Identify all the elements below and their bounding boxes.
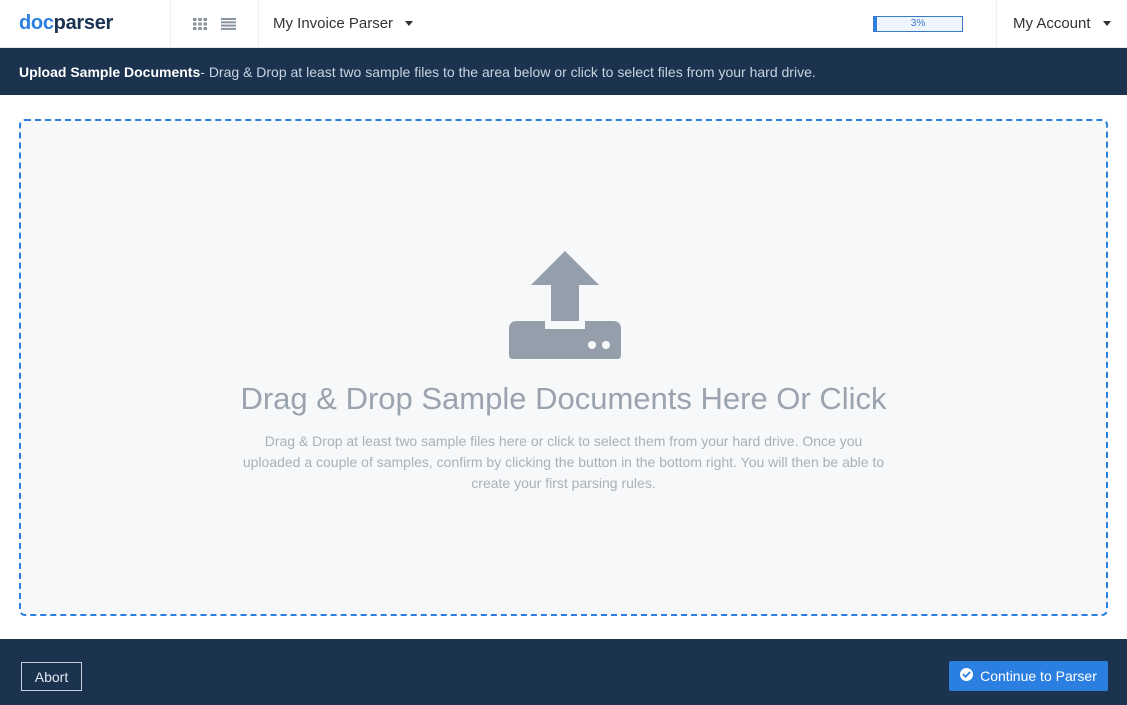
continue-label: Continue to Parser xyxy=(980,668,1097,684)
grid-view-icon[interactable] xyxy=(193,17,207,30)
logo-part-parser: parser xyxy=(53,12,114,34)
instruction-banner: Upload Sample Documents - Drag & Drop at… xyxy=(0,48,1127,95)
top-navigation-bar: doc parser My Invoice Parser 3% My Accou… xyxy=(0,0,1127,48)
list-view-icon[interactable] xyxy=(221,17,236,30)
docparser-logo[interactable]: doc parser xyxy=(0,0,171,47)
logo-part-doc: doc xyxy=(19,12,54,34)
parser-name: My Invoice Parser xyxy=(273,15,394,32)
usage-progress-container: 3% xyxy=(870,0,997,47)
account-label: My Account xyxy=(1013,15,1091,32)
usage-progress-bar: 3% xyxy=(873,15,963,32)
chevron-down-icon xyxy=(405,21,414,26)
usage-progress-label: 3% xyxy=(910,17,926,29)
banner-title: Upload Sample Documents xyxy=(19,63,201,80)
view-toggle-group xyxy=(171,0,259,47)
file-dropzone[interactable]: Drag & Drop Sample Documents Here Or Cli… xyxy=(19,119,1108,616)
my-account-dropdown[interactable]: My Account xyxy=(997,0,1127,47)
dropzone-title: Drag & Drop Sample Documents Here Or Cli… xyxy=(240,381,887,416)
upload-icon xyxy=(509,251,621,364)
abort-button[interactable]: Abort xyxy=(21,662,82,691)
parser-selector-dropdown[interactable]: My Invoice Parser xyxy=(259,0,430,47)
banner-text: - Drag & Drop at least two sample files … xyxy=(200,63,816,80)
check-circle-icon xyxy=(960,668,974,684)
chevron-down-icon xyxy=(1102,21,1111,26)
dropzone-description: Drag & Drop at least two sample files he… xyxy=(242,433,885,491)
footer-bar: Abort Continue to Parser xyxy=(0,639,1127,705)
main-content: Drag & Drop Sample Documents Here Or Cli… xyxy=(0,95,1127,639)
continue-to-parser-button[interactable]: Continue to Parser xyxy=(949,661,1108,691)
